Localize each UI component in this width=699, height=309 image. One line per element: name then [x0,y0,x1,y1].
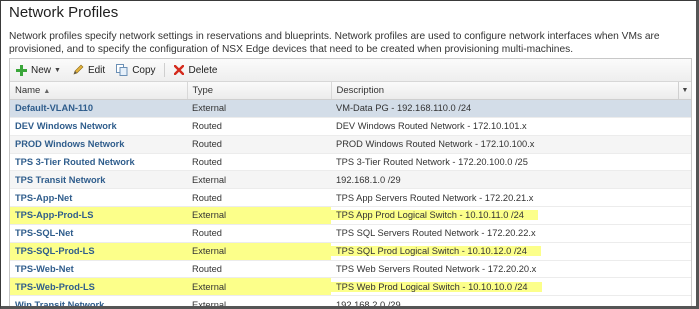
cell-description: TPS Web Servers Routed Network - 172.20.… [331,260,691,279]
table-row[interactable]: TPS-Web-Prod-LS External TPS Web Prod Logi… [10,277,691,297]
cell-name[interactable]: TPS-App-Net [10,188,187,208]
cell-description: TPS Web Prod Logical Switch - 10.10.10.0… [331,277,691,297]
table-row[interactable]: TPS-App-Net Routed TPS App Servers Routed … [10,188,691,208]
column-header-description[interactable]: Description ▼ [331,82,691,100]
cell-description: TPS App Servers Routed Network - 172.20.… [331,188,691,208]
pencil-icon [72,64,84,76]
cell-name[interactable]: PROD Windows Network [10,135,187,154]
table-row[interactable]: TPS-SQL-Prod-LS External TPS SQL Prod Logi… [10,242,691,261]
highlight-mark: TPS SQL Prod Logical Switch - 10.10.12.0… [331,246,541,257]
network-profiles-table: Name ▲ Type Description ▼ Default-VLAN-11… [10,82,691,306]
cell-type: External [187,99,331,118]
copy-icon [116,64,128,76]
cell-type: Routed [187,153,331,172]
page-title: Network Profiles [9,4,119,21]
cell-name[interactable]: TPS-SQL-Prod-LS [10,242,187,261]
cell-type: External [187,170,331,190]
table-row[interactable]: TPS-SQL-Net Routed TPS SQL Servers Routed … [10,224,691,243]
cell-description: TPS App Prod Logical Switch - 10.10.11.0… [331,206,691,225]
table-row[interactable]: DEV Windows Network Routed DEV Windows Rou… [10,117,691,136]
table-row[interactable]: TPS Transit Network External 192.168.1.0 /… [10,170,691,190]
delete-x-icon [173,64,185,76]
cell-type: External [187,295,331,306]
toolbar-divider [163,63,165,77]
table-row[interactable]: Default-VLAN-110 External VM-Data PG - 192… [10,99,691,118]
column-header-type[interactable]: Type [187,82,332,100]
cell-type: Routed [187,188,331,208]
table-row[interactable]: TPS-App-Prod-LS External TPS App Prod Logi… [10,206,691,225]
cell-name[interactable]: Win Transit Network [10,295,187,306]
cell-name[interactable]: TPS 3-Tier Routed Network [10,153,187,172]
cell-type: External [187,242,331,261]
new-button-label: New [31,64,52,76]
table-body: Default-VLAN-110 External VM-Data PG - 192… [10,99,691,306]
copy-button-label: Copy [132,64,156,76]
highlight-mark: TPS App Prod Logical Switch - 10.10.11.0… [331,210,538,221]
edit-button-label: Edit [87,64,106,76]
edit-button[interactable]: Edit [72,64,105,76]
cell-description: VM-Data PG - 192.168.110.0 /24 [331,99,691,118]
network-profiles-page: Network Profiles Network profiles specif… [0,0,699,309]
new-button[interactable]: New ▼ [15,64,61,76]
cell-type: Routed [187,260,331,279]
cell-name[interactable]: TPS Transit Network [10,170,187,190]
cell-name[interactable]: DEV Windows Network [10,117,187,136]
sort-ascending-icon: ▲ [43,88,51,95]
cell-description: 192.168.2.0 /29 [331,295,691,306]
table-header-row: Name ▲ Type Description ▼ [10,82,691,100]
cell-description: DEV Windows Routed Network - 172.10.101.… [331,117,691,136]
table-row[interactable]: TPS-Web-Net Routed TPS Web Servers Routed … [10,260,691,279]
cell-type: External [187,206,331,225]
cell-type: Routed [187,117,331,136]
table-row[interactable]: Win Transit Network External 192.168.2.0 /… [10,295,691,306]
cell-name[interactable]: TPS-App-Prod-LS [10,206,187,225]
cell-type: Routed [187,135,331,154]
chevron-down-icon: ▼ [54,66,61,74]
cell-name[interactable]: TPS-Web-Net [10,260,187,279]
delete-button-label: Delete [188,64,218,76]
cell-description: PROD Windows Routed Network - 172.10.100… [331,135,691,154]
cell-type: External [187,277,331,297]
column-menu-icon[interactable]: ▼ [678,82,691,99]
page-description: Network profiles specify network setting… [9,31,660,55]
cell-description: TPS 3-Tier Routed Network - 172.20.100.0… [331,153,691,172]
column-header-name[interactable]: Name ▲ [10,82,188,100]
highlight-mark: TPS Web Prod Logical Switch - 10.10.10.0… [331,281,542,292]
cell-description: 192.168.1.0 /29 [331,170,691,190]
copy-button[interactable]: Copy [116,64,156,76]
cell-name[interactable]: TPS-SQL-Net [10,224,187,243]
cell-type: Routed [187,224,331,243]
cell-description: TPS SQL Prod Logical Switch - 10.10.12.0… [331,242,691,261]
toolbar: New ▼ Edit Copy Delete [10,59,691,82]
network-profiles-panel: New ▼ Edit Copy Delete Name ▲ Type Descr… [9,58,692,306]
cell-name[interactable]: Default-VLAN-110 [10,99,187,118]
delete-button[interactable]: Delete [173,64,218,76]
table-row[interactable]: PROD Windows Network Routed PROD Windows R… [10,135,691,154]
plus-icon [15,64,27,76]
cell-description: TPS SQL Servers Routed Network - 172.20.… [331,224,691,243]
table-row[interactable]: TPS 3-Tier Routed Network Routed TPS 3-Tie… [10,153,691,172]
cell-name[interactable]: TPS-Web-Prod-LS [10,277,187,297]
